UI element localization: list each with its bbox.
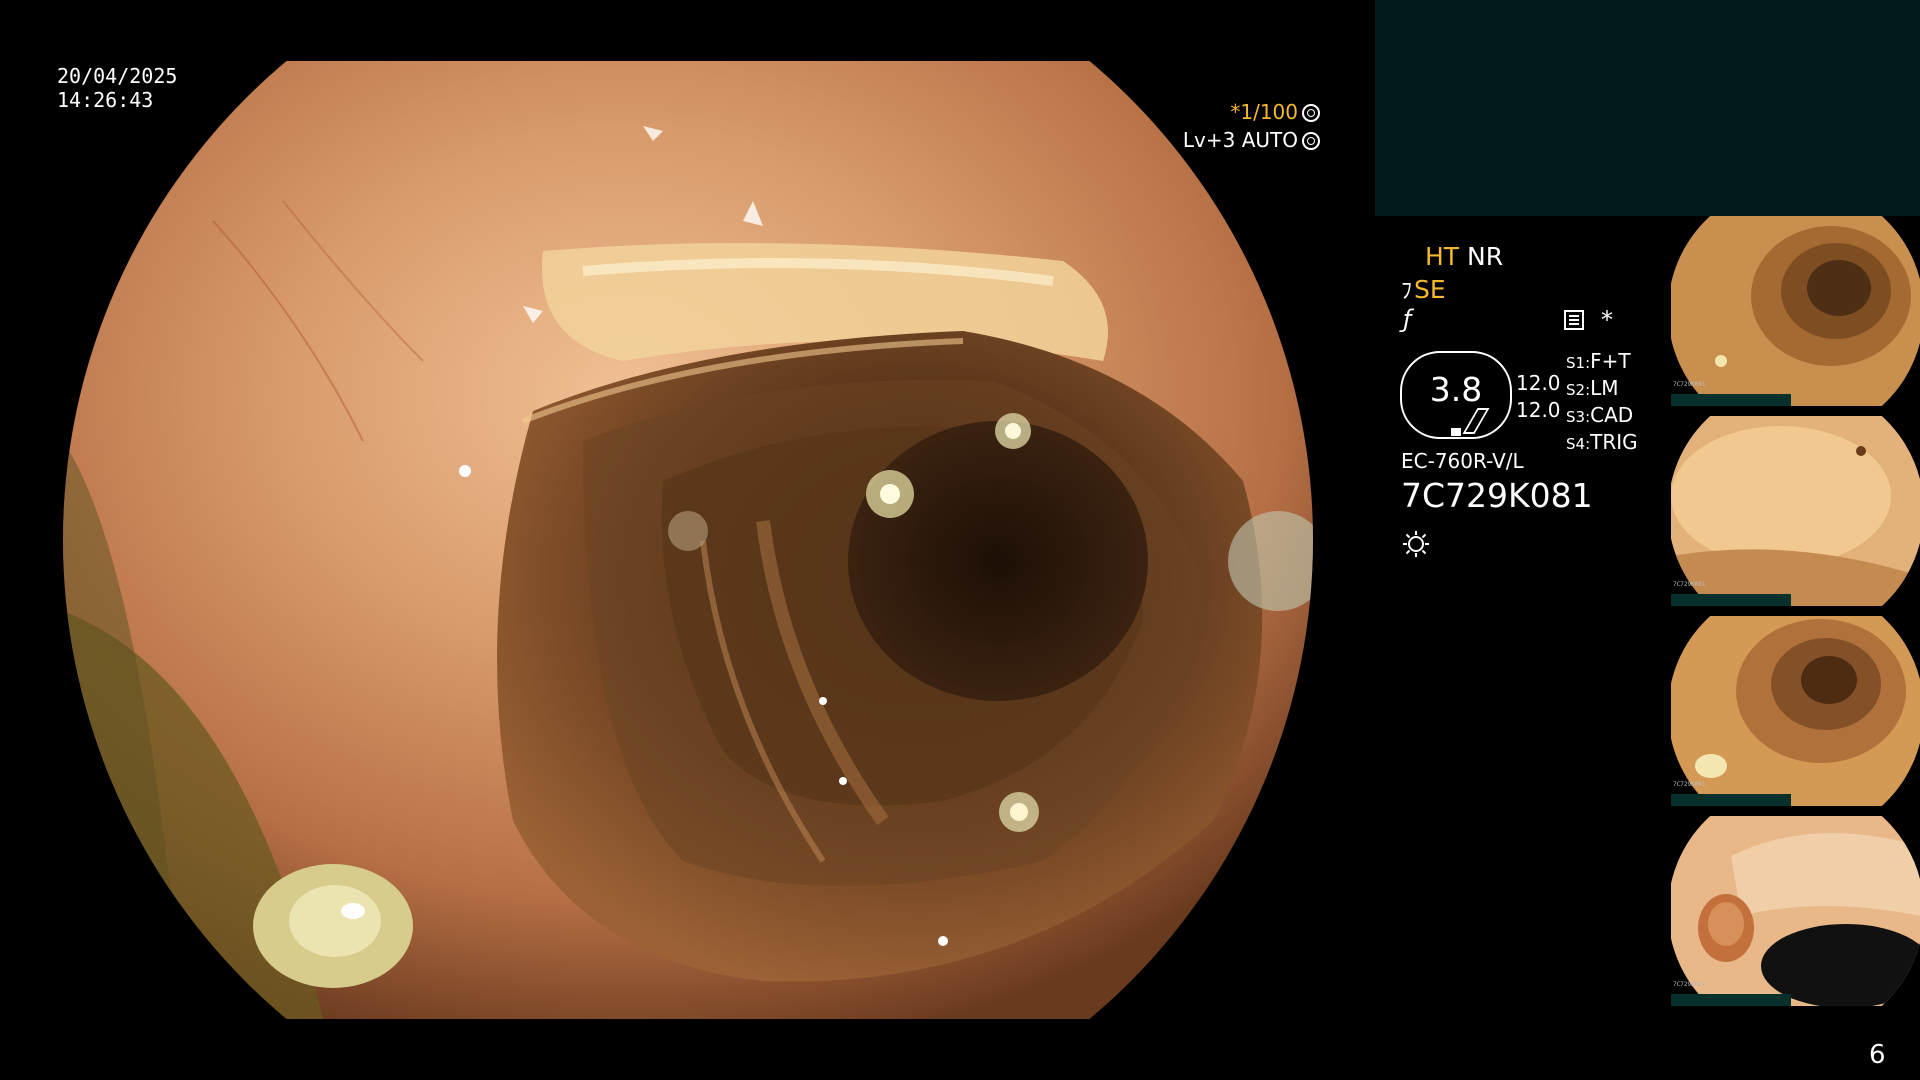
patient-info-panel	[1375, 0, 1920, 216]
switch-item: S3:CAD	[1566, 403, 1634, 427]
thumbnail-image	[1671, 816, 1920, 1006]
shutter-speed-text: *1/100	[1230, 100, 1298, 124]
ht-mode-label: HT	[1425, 242, 1460, 271]
page-number: 6	[1869, 1040, 1886, 1070]
switch-item: S1:F+T	[1566, 349, 1631, 373]
brightness-level-text: Lv+3 AUTO	[1182, 128, 1298, 152]
endoscope-image	[63, 61, 1313, 1019]
time-text: 14:26:43	[57, 88, 154, 112]
enhancement-icon: ﾌ	[1401, 279, 1413, 304]
structure-enhancement-row: ﾌSE	[1401, 273, 1446, 305]
thumbnail-label-bar	[1671, 594, 1791, 606]
switch-item: S4:TRIG	[1566, 430, 1638, 454]
shutter-icon	[1302, 104, 1320, 122]
capture-mark: *	[1601, 306, 1613, 334]
freeze-indicator: ƒ	[1403, 305, 1411, 333]
nr-mode-label: NR	[1467, 242, 1504, 271]
exposure-overlay: *1/100 Lv+3 AUTO	[1183, 98, 1320, 154]
capture-thumbnail-3[interactable]: 7C729K081	[1671, 616, 1920, 806]
scope-switch-list: S1:F+T S2:LM S3:CAD S4:TRIG	[1566, 349, 1638, 457]
thumbnail-label-bar	[1671, 794, 1791, 806]
gauge-value-2: 12.0	[1516, 398, 1561, 422]
date-text: 20/04/2025	[57, 64, 178, 88]
thumbnail-label-bar	[1671, 994, 1791, 1006]
thumbnail-image	[1671, 216, 1920, 406]
endoscope-main-view	[63, 61, 1313, 1019]
thumbnail-image	[1671, 416, 1920, 606]
scope-model: EC-760R-V/L	[1401, 449, 1524, 473]
freeze-icon: ƒ	[1403, 305, 1412, 333]
capture-thumbnail-4[interactable]: 7C729K081	[1671, 816, 1920, 1006]
thumbnail-label-bar	[1671, 394, 1791, 406]
capture-thumbnail-2[interactable]: 7C729K081	[1671, 416, 1920, 606]
se-mode-label: SE	[1414, 275, 1446, 304]
capture-thumbnail-1[interactable]: 7C729K081	[1671, 216, 1920, 406]
record-icon	[1564, 310, 1584, 330]
zoom-marker-icon	[1451, 428, 1461, 436]
gauge-values: 12.0 12.0	[1516, 370, 1561, 424]
thumbnail-serial: 7C729K081	[1673, 581, 1706, 588]
thumbnail-serial: 7C729K081	[1673, 381, 1706, 388]
thumbnail-image	[1671, 616, 1920, 806]
capture-indicator: *	[1564, 306, 1613, 334]
date-time-overlay: 20/04/2025 14:26:43	[57, 64, 177, 112]
gauge-value-1: 12.0	[1516, 371, 1561, 395]
switch-item: S2:LM	[1566, 376, 1619, 400]
thumbnail-serial: 7C729K081	[1673, 981, 1706, 988]
scope-serial: 7C729K081	[1401, 476, 1593, 515]
thumbnail-serial: 7C729K081	[1673, 781, 1706, 788]
processing-mode-row: HT NR	[1425, 242, 1503, 271]
iris-icon	[1302, 132, 1320, 150]
zoom-value: 3.8	[1429, 370, 1483, 409]
light-source-icon	[1403, 531, 1429, 557]
